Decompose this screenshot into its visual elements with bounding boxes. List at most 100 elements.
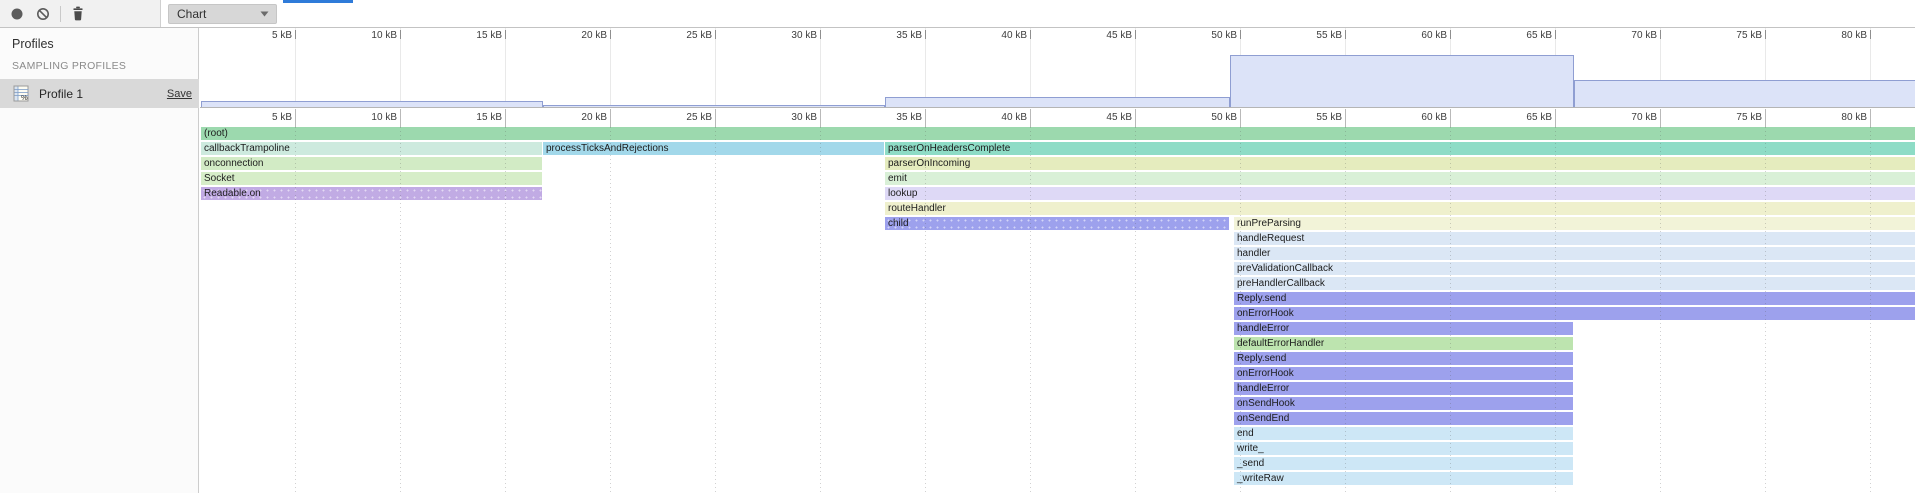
flame-gridline [1345, 127, 1346, 493]
overview-step [1230, 55, 1574, 107]
flame-frame[interactable]: handleRequest [1234, 232, 1915, 245]
flame-frame[interactable]: onconnection [201, 157, 542, 170]
overview-timeline[interactable]: 5 kB10 kB15 kB20 kB25 kB30 kB35 kB40 kB4… [200, 28, 1915, 108]
overview-tick-mark [925, 30, 926, 39]
overview-step [201, 101, 543, 107]
sampling-profiles-section-title: SAMPLING PROFILES [12, 60, 126, 72]
flame-frame[interactable]: defaultErrorHandler [1234, 337, 1573, 350]
flame-frame-label: onErrorHook [1237, 308, 1294, 319]
record-icon [10, 7, 24, 21]
ruler-tick-mark [1660, 109, 1661, 127]
flame-frame[interactable]: callbackTrampoline [201, 142, 542, 155]
flame-frame[interactable]: preHandlerCallback [1234, 277, 1915, 290]
overview-tick-mark [1870, 30, 1871, 39]
flame-gridline [1555, 127, 1556, 493]
flame-frame[interactable]: Reply.send [1234, 292, 1915, 305]
overview-gridline [925, 28, 926, 108]
overview-tick-label: 25 kB [652, 30, 712, 41]
view-mode-select[interactable]: Chart [168, 4, 277, 24]
flame-gridline [1660, 127, 1661, 493]
overview-tick-label: 15 kB [442, 30, 502, 41]
flame-frame[interactable]: write_ [1234, 442, 1573, 455]
flame-frame[interactable]: onErrorHook [1234, 307, 1915, 320]
ruler-tick-label: 15 kB [442, 112, 502, 123]
flame-frame-label: write_ [1237, 443, 1264, 454]
toolbar: Chart [0, 0, 1915, 28]
flame-chart-rows: (root) callbackTrampolineprocessTicksAndR… [200, 127, 1915, 493]
active-tab-indicator [283, 0, 353, 3]
flame-frame[interactable]: (root) [201, 127, 1915, 140]
flame-frame-label: _writeRaw [1237, 473, 1284, 484]
ruler-tick-mark [1240, 109, 1241, 127]
overview-gridline [505, 28, 506, 108]
sidebar-item-profile-1[interactable]: % Profile 1 Save [0, 79, 199, 108]
clear-button[interactable] [30, 0, 56, 27]
flame-gridline [715, 127, 716, 493]
flame-gridline [1450, 127, 1451, 493]
flame-frame[interactable]: Readable.on [201, 187, 542, 200]
flame-frame[interactable]: end [1234, 427, 1573, 440]
ruler-tick-mark [1030, 109, 1031, 127]
ruler-tick-label: 20 kB [547, 112, 607, 123]
overview-tick-label: 20 kB [547, 30, 607, 41]
flame-frame[interactable]: onSendHook [1234, 397, 1573, 410]
flame-frame-label: Reply.send [1237, 293, 1286, 304]
flame-frame-label: child [888, 218, 909, 229]
overview-tick-label: 60 kB [1387, 30, 1447, 41]
profile-name: Profile 1 [39, 87, 83, 101]
flame-frame-label: preValidationCallback [1237, 263, 1333, 274]
overview-gridline [610, 28, 611, 108]
flame-gridline [1765, 127, 1766, 493]
ruler-tick-label: 45 kB [1072, 112, 1132, 123]
flame-frame[interactable]: handleError [1234, 382, 1573, 395]
flame-frame[interactable]: parserOnIncoming [885, 157, 1915, 170]
overview-tick-mark [820, 30, 821, 39]
flame-frame[interactable]: Socket [201, 172, 542, 185]
flame-frame[interactable]: emit [885, 172, 1915, 185]
ruler-tick-mark [1765, 109, 1766, 127]
ruler-tick-mark [505, 109, 506, 127]
overview-tick-mark [295, 30, 296, 39]
flame-frame[interactable]: onErrorHook [1234, 367, 1573, 380]
chevron-down-icon [260, 11, 269, 17]
ruler-tick-label: 40 kB [967, 112, 1027, 123]
flame-frame-label: Reply.send [1237, 353, 1286, 364]
flame-frame[interactable]: lookup [885, 187, 1915, 200]
clear-icon [36, 7, 50, 21]
overview-tick-label: 35 kB [862, 30, 922, 41]
flame-frame[interactable]: runPreParsing [1234, 217, 1915, 230]
profiler-panel: Chart Profiles SAMPLING PROFILES % [0, 0, 1915, 493]
ruler-tick-mark [1870, 109, 1871, 127]
flame-frame[interactable]: parserOnHeadersComplete [885, 142, 1915, 155]
ruler-tick-label: 25 kB [652, 112, 712, 123]
flame-frame[interactable]: handleError [1234, 322, 1573, 335]
ruler-tick-label: 50 kB [1177, 112, 1237, 123]
save-profile-link[interactable]: Save [167, 88, 192, 100]
overview-tick-label: 40 kB [967, 30, 1027, 41]
flame-frame[interactable]: onSendEnd [1234, 412, 1573, 425]
delete-profile-button[interactable] [65, 0, 91, 27]
flame-gridline [1135, 127, 1136, 493]
flame-frame[interactable]: handler [1234, 247, 1915, 260]
flame-frame[interactable]: Reply.send [1234, 352, 1573, 365]
record-button[interactable] [4, 0, 30, 27]
ruler-tick-mark [715, 109, 716, 127]
flame-frame[interactable]: preValidationCallback [1234, 262, 1915, 275]
overview-tick-label: 10 kB [337, 30, 397, 41]
flame-chart-canvas: 5 kB10 kB15 kB20 kB25 kB30 kB35 kB40 kB4… [200, 28, 1915, 493]
toolbar-left-section [0, 0, 161, 27]
overview-tick-mark [1660, 30, 1661, 39]
ruler-tick-mark [1345, 109, 1346, 127]
flame-frame[interactable]: _writeRaw [1234, 472, 1573, 485]
flame-frame[interactable]: routeHandler [885, 202, 1915, 215]
profile-icon: % [13, 85, 30, 102]
flame-frame[interactable]: _send [1234, 457, 1573, 470]
flame-frame[interactable]: child [885, 217, 1229, 230]
flame-frame-label: (root) [204, 128, 228, 139]
overview-tick-mark [505, 30, 506, 39]
ruler-tick-label: 75 kB [1702, 112, 1762, 123]
flame-frame[interactable]: processTicksAndRejections [543, 142, 884, 155]
ruler-tick-mark [610, 109, 611, 127]
flame-gridline [1030, 127, 1031, 493]
flame-gridline [1240, 127, 1241, 493]
